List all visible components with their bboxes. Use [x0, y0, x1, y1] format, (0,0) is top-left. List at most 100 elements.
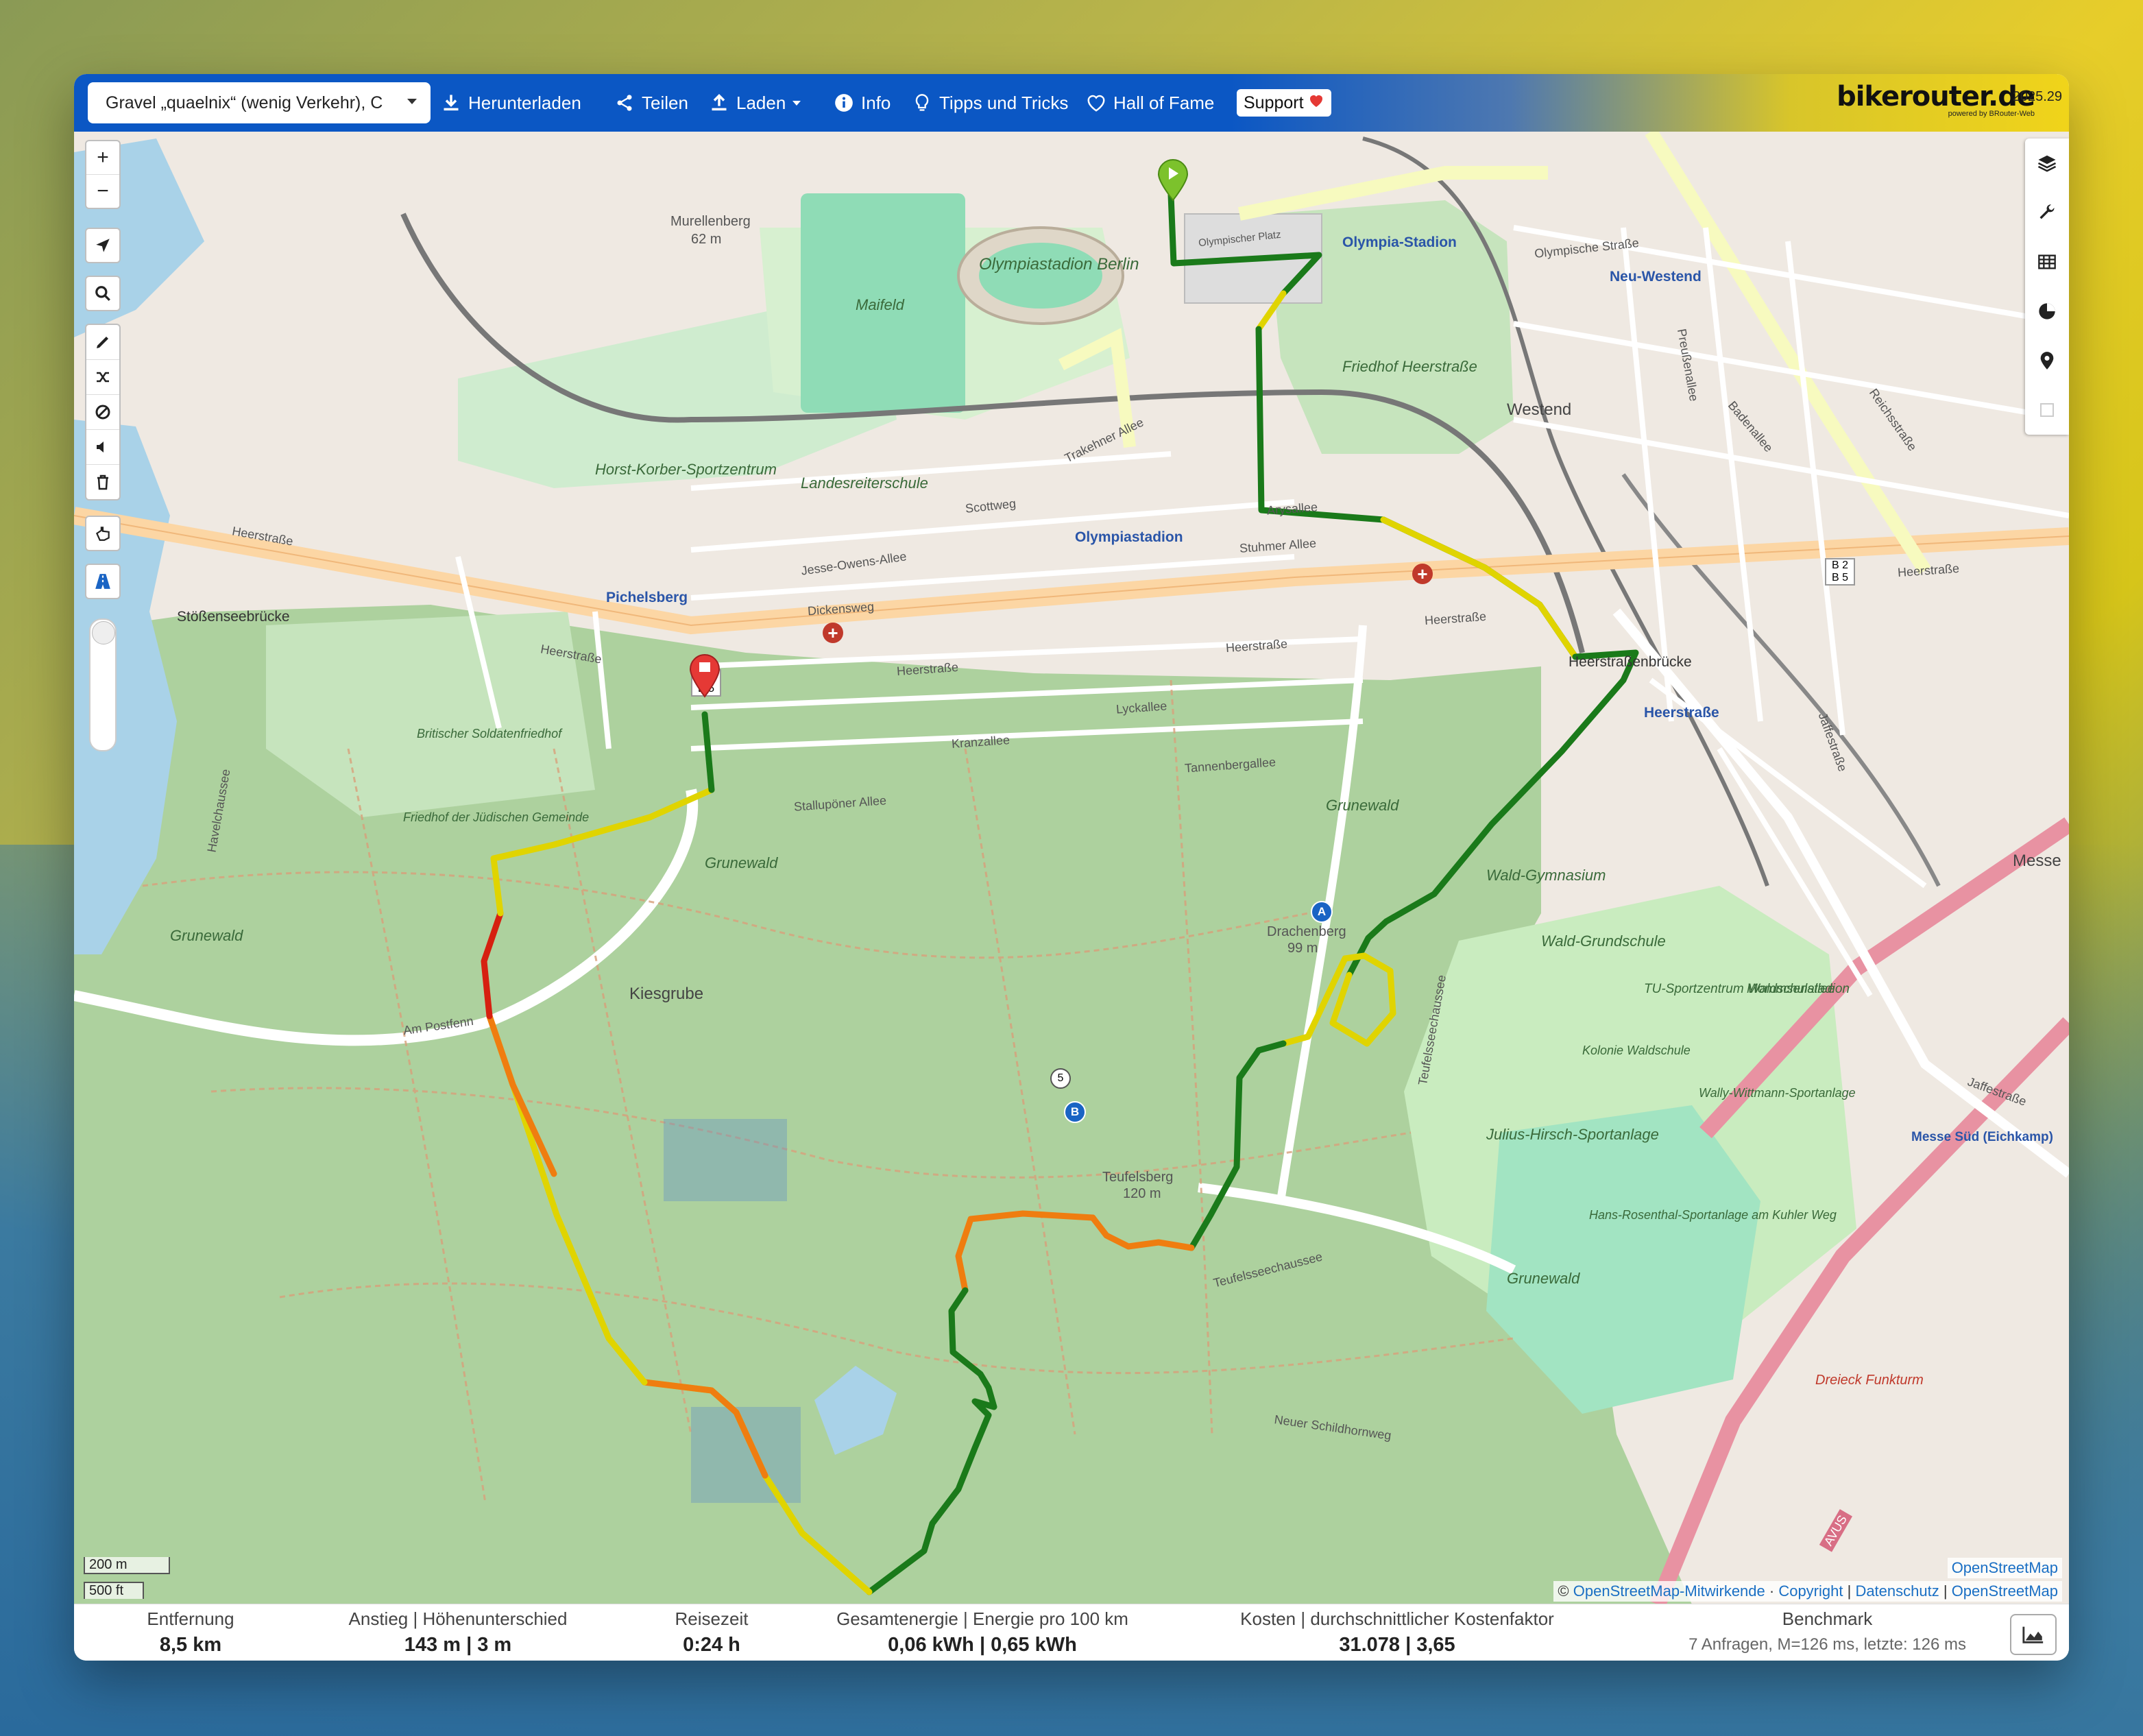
map-label-pichelsberg: Pichelsberg: [606, 590, 688, 605]
route-end-marker[interactable]: [689, 654, 721, 701]
tips-button[interactable]: Tipps und Tricks: [912, 86, 1068, 119]
map-label-hans-rosenthal: Hans-Rosenthal-Sportanlage am Kuhler Weg: [1589, 1208, 1837, 1222]
elevation-chart-button[interactable]: [2010, 1614, 2057, 1655]
share-button[interactable]: Teilen: [614, 86, 688, 119]
support-button[interactable]: Support: [1237, 89, 1331, 117]
search-button[interactable]: [86, 277, 119, 310]
osm-attribution-link[interactable]: OpenStreetMap: [1952, 1582, 2058, 1600]
right-toolbar: [2025, 138, 2069, 435]
top-navbar: Gravel „quaelnix“ (wenig Verkehr), C Her…: [74, 74, 2069, 132]
map-label-olympiastadion: Olympiastadion Berlin: [979, 255, 1139, 274]
edit-toolbar: [85, 324, 121, 501]
map-label-wald-grundschule: Wald-Grundschule: [1541, 932, 1666, 950]
map-label-mommsenstadion: Mommsenstadion: [1747, 982, 1850, 996]
locate-control: [85, 228, 121, 263]
zoom-in-button[interactable]: +: [86, 141, 119, 175]
map-label-horst-korber: Horst-Korber-Sportzentrum: [595, 461, 777, 478]
opacity-slider[interactable]: [89, 618, 117, 751]
stat-cost-label: Kosten | durchschnittlicher Kostenfaktor: [1240, 1608, 1554, 1629]
layers-button[interactable]: [2025, 138, 2069, 188]
copyright-link[interactable]: Copyright: [1778, 1582, 1843, 1600]
route-start-marker[interactable]: [1157, 159, 1189, 205]
locate-icon: [96, 239, 110, 252]
map-base-layer: [74, 132, 2069, 1604]
map-label-olympia-stadion-station: Olympia-Stadion: [1342, 234, 1457, 250]
load-label: Laden: [736, 92, 786, 113]
stat-ascent-value: 143 m | 3 m: [404, 1634, 512, 1656]
road-button[interactable]: [86, 565, 119, 598]
browser-window: Gravel „quaelnix“ (wenig Verkehr), C Her…: [74, 74, 2069, 1661]
pie-chart-icon: [2039, 303, 2055, 320]
route-stats-bar: Entfernung 8,5 km Anstieg | Höhenuntersc…: [74, 1604, 2069, 1661]
map-label-maifeld: Maifeld: [856, 296, 904, 313]
no-go-area-button[interactable]: [86, 395, 119, 430]
stat-ascent-label: Anstieg | Höhenunterschied: [348, 1608, 568, 1629]
road-icon: [95, 574, 110, 589]
reverse-route-icon: [97, 372, 109, 383]
waypoint-5[interactable]: 5: [1050, 1068, 1071, 1089]
delete-icon: [97, 474, 108, 490]
map-label-wally-wittmann: Wally-Wittmann-Sportanlage: [1699, 1086, 1856, 1100]
info-label: Info: [861, 92, 891, 113]
voice-hint-button[interactable]: [86, 430, 119, 465]
map-label-murellenberg: Murellenberg: [670, 214, 751, 229]
search-control: [85, 276, 121, 311]
map-label-murellenberg-elevation: 62 m: [691, 232, 722, 247]
download-button[interactable]: Herunterladen: [441, 86, 581, 119]
brand-logo[interactable]: bikerouter.de powered by BRouter-Web 202…: [1837, 81, 2062, 118]
map-label-stoessenseebruecke: Stößenseebrücke: [177, 609, 290, 625]
stat-benchmark-label: Benchmark: [1782, 1608, 1873, 1629]
stat-ascent: Anstieg | Höhenunterschied 143 m | 3 m: [300, 1608, 616, 1656]
heart-icon: [1086, 93, 1106, 113]
stat-energy-label: Gesamtenergie | Energie pro 100 km: [836, 1608, 1128, 1629]
load-dropdown[interactable]: Laden: [709, 86, 801, 119]
info-button[interactable]: Info: [834, 86, 891, 119]
stat-time: Reisezeit 0:24 h: [643, 1608, 780, 1656]
osm-link[interactable]: OpenStreetMap: [1947, 1558, 2062, 1578]
hall-of-fame-button[interactable]: Hall of Fame: [1086, 86, 1214, 119]
statistics-button[interactable]: [2025, 287, 2069, 336]
road-shield-b2-b5-2: B 2 B 5: [1825, 558, 1855, 586]
settings-button[interactable]: [2025, 188, 2069, 237]
osm-contributors-link[interactable]: OpenStreetMap-Mitwirkende: [1573, 1582, 1765, 1600]
table-button[interactable]: [2025, 237, 2069, 287]
map-view[interactable]: Olympiastadion Berlin Maifeld Murellenbe…: [74, 132, 2069, 1604]
poi-marker-b[interactable]: B: [1064, 1101, 1086, 1123]
draw-route-button[interactable]: [86, 325, 119, 360]
privacy-link[interactable]: Datenschutz: [1855, 1582, 1939, 1600]
map-label-heerstrasse-station: Heerstraße: [1644, 705, 1719, 721]
map-attribution: © OpenStreetMap-Mitwirkende · Copyright …: [1553, 1581, 2062, 1602]
map-label-grunewald-1: Grunewald: [170, 927, 243, 944]
voice-icon: [97, 442, 104, 453]
heart-icon: [1308, 93, 1324, 113]
map-label-heerstrassenbruecke: Heerstraßenbrücke: [1569, 654, 1692, 670]
table-icon: [2038, 254, 2056, 269]
support-label: Support: [1244, 93, 1304, 112]
stat-time-value: 0:24 h: [683, 1634, 740, 1656]
stat-benchmark-value: 7 Anfragen, M=126 ms, letzte: 126 ms: [1688, 1635, 1966, 1654]
pan-button[interactable]: [86, 517, 119, 550]
chevron-down-icon: [792, 100, 801, 106]
search-icon: [95, 286, 110, 301]
routing-profile-select[interactable]: Gravel „quaelnix“ (wenig Verkehr), C: [88, 82, 431, 123]
download-label: Herunterladen: [468, 92, 581, 113]
pois-button[interactable]: [2025, 336, 2069, 385]
delete-route-button[interactable]: [86, 465, 119, 499]
export-button[interactable]: [2025, 385, 2069, 435]
zoom-out-button[interactable]: −: [86, 175, 119, 208]
upload-icon: [709, 93, 729, 113]
routing-profile-label: Gravel „quaelnix“ (wenig Verkehr), C: [106, 93, 383, 112]
tips-label: Tipps und Tricks: [939, 92, 1069, 113]
lightbulb-icon: [912, 93, 932, 113]
reverse-route-button[interactable]: [86, 360, 119, 395]
map-label-wald-gymnasium: Wald-Gymnasium: [1486, 867, 1606, 884]
road-control: [85, 564, 121, 599]
slider-handle[interactable]: [92, 621, 115, 644]
hall-of-fame-label: Hall of Fame: [1113, 92, 1215, 113]
map-label-britischer-soldatenfriedhof: Britischer Soldatenfriedhof: [417, 727, 562, 740]
draw-icon: [97, 337, 108, 348]
stat-energy: Gesamtenergie | Energie pro 100 km 0,06 …: [814, 1608, 1150, 1656]
poi-marker-a[interactable]: A: [1311, 901, 1333, 923]
wrench-icon: [2039, 204, 2055, 219]
locate-button[interactable]: [86, 229, 119, 262]
